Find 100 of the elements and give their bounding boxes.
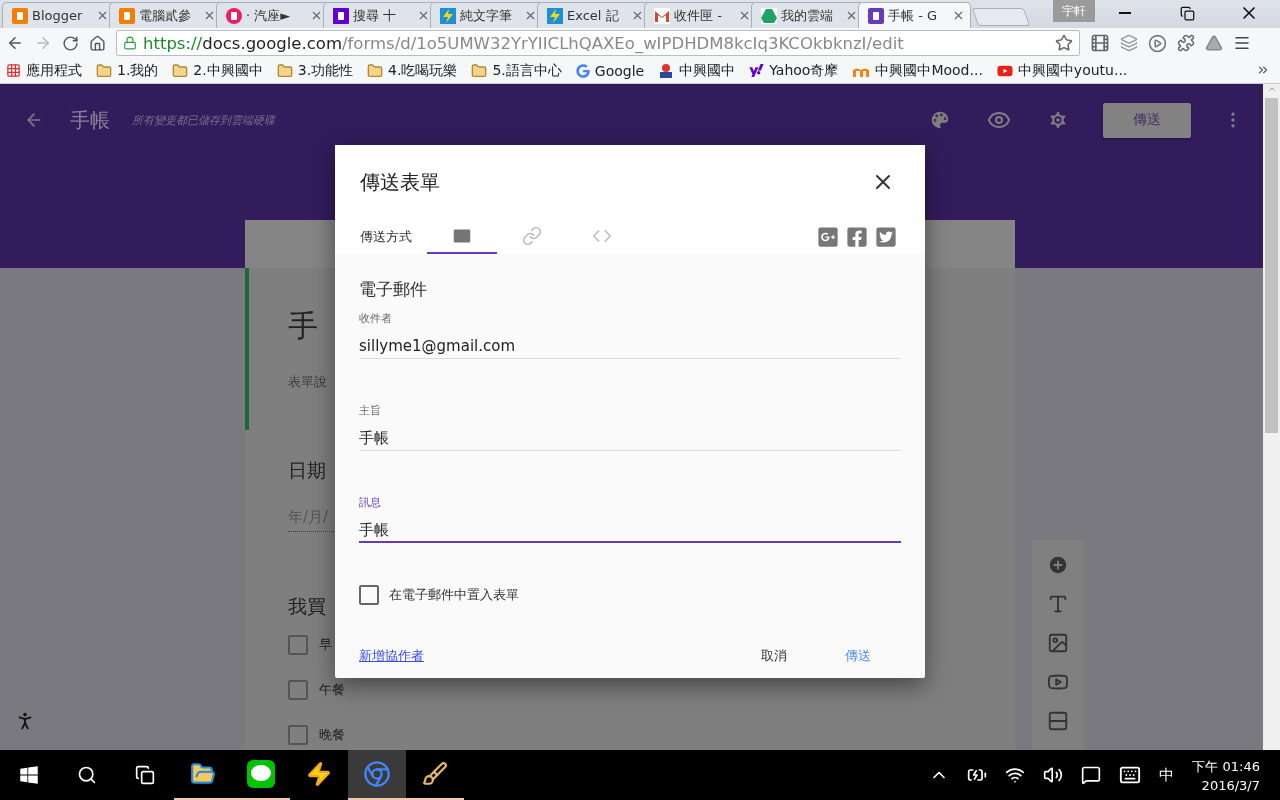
home-button[interactable] (89, 34, 106, 52)
bookmark-link[interactable]: Yahoo奇摩 (749, 61, 839, 80)
chrome-icon (363, 760, 391, 788)
checkbox[interactable] (288, 679, 308, 700)
film-reel-icon[interactable] (1090, 33, 1110, 53)
folder-icon (96, 62, 112, 79)
form-name: 手帳 (70, 106, 110, 134)
folder-icon (471, 62, 488, 79)
text-field[interactable]: 手帳 (359, 428, 901, 451)
bookmark-star-icon[interactable] (1055, 34, 1073, 52)
search-icon (77, 765, 97, 785)
close-icon[interactable] (845, 9, 858, 22)
menu-icon[interactable] (1233, 34, 1251, 52)
bookmark-link[interactable]: 中興國中youtu... (996, 61, 1128, 80)
folder-icon (172, 62, 189, 79)
taskbar-app[interactable] (348, 750, 406, 800)
site-icon (12, 7, 28, 24)
folder-icon (367, 62, 384, 79)
link-icon (522, 225, 542, 246)
close-icon[interactable] (524, 9, 537, 22)
form-title: 手 (288, 307, 318, 345)
chat-app-icon (247, 760, 275, 788)
checkbox[interactable] (288, 724, 308, 745)
close-icon[interactable] (631, 9, 644, 22)
option-label: 早 (319, 635, 332, 654)
option-label: 晚餐 (319, 725, 345, 744)
add-collaborators-link[interactable]: 新增協作者 (359, 647, 761, 665)
input-method[interactable]: 中 (1159, 765, 1175, 785)
bookmark-link[interactable]: 3.功能性 (276, 61, 354, 80)
option-label: 午餐 (319, 680, 345, 699)
task-view-icon (135, 765, 155, 785)
layers-icon[interactable] (1120, 34, 1138, 52)
site-icon (654, 7, 670, 24)
bookmark-link[interactable]: 1.我的 (96, 61, 159, 80)
play-icon[interactable] (1148, 33, 1167, 53)
bookmark-link[interactable]: 中興國中Mood... (852, 61, 983, 80)
close-icon[interactable] (738, 9, 751, 22)
dialog-title: 傳送表單 (360, 168, 441, 196)
close-icon[interactable] (96, 9, 109, 22)
puzzle-icon[interactable] (1177, 34, 1195, 52)
volume-icon[interactable] (1043, 765, 1064, 785)
back-button[interactable] (6, 34, 24, 52)
yahoo-icon (749, 63, 765, 78)
question-title: 我買 (288, 594, 326, 619)
question-title: 日期 (288, 458, 326, 483)
checkbox-label: 在電子郵件中置入表單 (389, 586, 519, 604)
close-icon[interactable] (952, 9, 965, 22)
palette-icon[interactable] (929, 109, 951, 131)
google-icon (575, 63, 590, 78)
folder-icon (190, 761, 216, 787)
site-icon (761, 7, 777, 24)
add-icon[interactable] (1047, 554, 1069, 576)
minimize-icon (1119, 12, 1131, 14)
bookmark-link[interactable]: 應用程式 (6, 61, 82, 80)
keyboard-icon[interactable] (1119, 764, 1142, 786)
twitter-icon[interactable] (875, 225, 897, 248)
send-method-label: 傳送方式 (360, 227, 413, 246)
cancel-button[interactable]: 取消 (761, 647, 787, 665)
field-label: 收件者 (359, 311, 392, 326)
site-icon (440, 7, 456, 24)
close-icon[interactable] (310, 9, 323, 22)
site-icon (547, 7, 563, 24)
more-bookmarks-icon[interactable] (1256, 63, 1270, 77)
checkbox[interactable] (359, 585, 379, 605)
bookmark-link[interactable]: 4.吃喝玩樂 (367, 61, 458, 80)
title-text-icon[interactable] (1047, 593, 1069, 615)
notification-icon[interactable] (1081, 765, 1102, 785)
settings-icon[interactable] (1047, 109, 1069, 131)
image-icon[interactable] (1047, 632, 1069, 654)
site-icon (119, 7, 135, 24)
site-icon (868, 7, 884, 24)
reload-button[interactable] (62, 34, 79, 52)
form-description: 表單說 (288, 373, 327, 391)
folder-icon (276, 62, 293, 79)
browser-tab[interactable]: 手帳 - G (858, 2, 971, 28)
restore-icon (1179, 5, 1195, 21)
wifi-icon[interactable] (1005, 765, 1026, 785)
bookmark-link[interactable]: 5.語言中心 (471, 61, 562, 80)
close-icon[interactable] (417, 9, 430, 22)
apps-icon (6, 63, 21, 78)
section-icon[interactable] (1047, 710, 1069, 732)
close-icon[interactable] (203, 9, 216, 22)
lock-icon (123, 36, 137, 50)
site-icon (226, 7, 242, 24)
site-icon (333, 7, 349, 24)
bookmark-link[interactable]: 中興國中 (658, 61, 736, 80)
clock[interactable]: 下午 01:46 2016/3/7 (1192, 757, 1260, 793)
checkbox[interactable] (288, 634, 308, 655)
paint-icon (422, 761, 448, 787)
drive-icon[interactable] (1205, 34, 1223, 52)
text-field[interactable]: sillyme1@gmail.com (359, 336, 901, 359)
text-field[interactable]: 手帳 (359, 520, 901, 543)
field-label: 訊息 (359, 495, 381, 510)
bookmark-link[interactable]: 2.中興國中 (172, 61, 263, 80)
scrollbar[interactable] (1263, 84, 1280, 750)
bookmark-link[interactable]: Google (575, 62, 645, 79)
facebook-icon[interactable] (846, 225, 868, 248)
address-bar[interactable]: https://docs.google.com/forms/d/1o5UMW32YrYIICLhQAXEo_wIPDHDM8kcIq3KCOkbknzI/edit (116, 30, 1080, 56)
school-icon (658, 62, 675, 79)
google-plus-icon[interactable] (817, 225, 839, 248)
